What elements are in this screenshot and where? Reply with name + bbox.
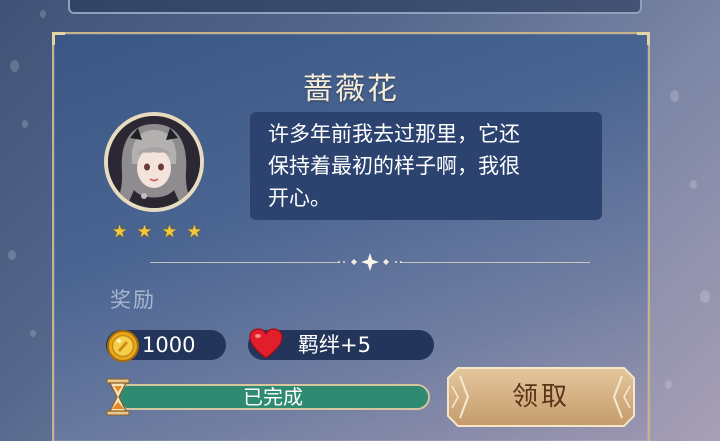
character-avatar[interactable] bbox=[104, 112, 204, 212]
raindrop bbox=[8, 250, 16, 260]
star-icon: ★ bbox=[161, 222, 178, 242]
corner-ornament bbox=[637, 32, 650, 45]
heart-icon bbox=[249, 328, 283, 359]
dialogue-box: 许多年前我去过那里，它还 保持着最初的样子啊，我很 开心。 bbox=[250, 112, 602, 220]
corner-ornament bbox=[52, 32, 65, 45]
bond-amount: 羁绊+5 bbox=[298, 333, 371, 357]
coin-amount: 1000 bbox=[142, 333, 196, 357]
star-rating: ★ ★ ★ ★ bbox=[112, 222, 202, 242]
raindrop bbox=[690, 180, 697, 189]
rewards-label: 奖励 bbox=[110, 288, 156, 312]
raindrop bbox=[22, 120, 28, 128]
hourglass-icon bbox=[106, 378, 130, 416]
divider-line bbox=[150, 262, 340, 263]
raindrop bbox=[670, 90, 679, 102]
dialogue-line: 开心。 bbox=[268, 186, 331, 210]
dialogue-line: 许多年前我去过那里，它还 bbox=[268, 122, 520, 146]
raindrop bbox=[10, 60, 19, 72]
raindrop bbox=[30, 330, 36, 337]
progress-status: 已完成 bbox=[243, 385, 303, 409]
claim-button[interactable]: 领取 bbox=[446, 366, 636, 428]
quest-progress-bar: 已完成 bbox=[116, 384, 430, 410]
character-name: 蔷薇花 bbox=[303, 72, 399, 107]
claim-button-label: 领取 bbox=[511, 382, 570, 412]
star-icon: ★ bbox=[112, 222, 128, 242]
divider-ornament-icon bbox=[338, 253, 402, 271]
quest-card: 蔷薇花 ★ ★ ★ ★ 许多年前我去过那里，它还 保持着最初的样子啊，我很 开心… bbox=[52, 32, 650, 441]
raindrop bbox=[40, 10, 46, 18]
star-icon: ★ bbox=[186, 222, 202, 242]
star-icon: ★ bbox=[136, 222, 153, 242]
game-screen: 蔷薇花 ★ ★ ★ ★ 许多年前我去过那里，它还 保持着最初的样子啊，我很 开心… bbox=[0, 0, 720, 441]
raindrop bbox=[700, 290, 710, 303]
divider-line bbox=[400, 262, 590, 263]
dialogue-line: 保持着最初的样子啊，我很 bbox=[268, 154, 520, 178]
raindrop bbox=[665, 380, 672, 389]
ornamental-divider bbox=[150, 253, 590, 271]
previous-card-frame bbox=[68, 0, 642, 14]
gold-coin-icon bbox=[107, 330, 139, 362]
